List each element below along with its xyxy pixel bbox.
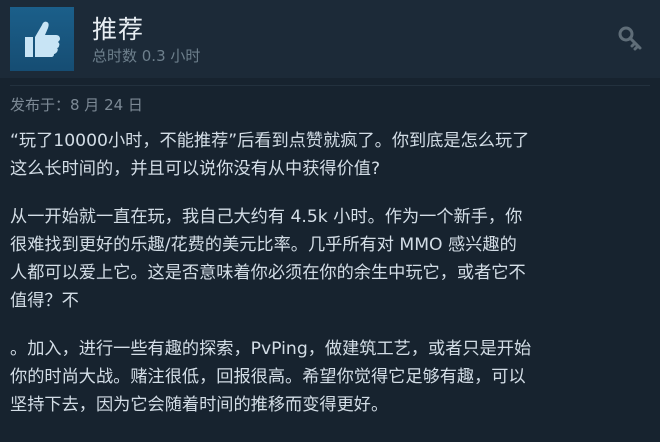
- review-line: 值得？不: [10, 291, 79, 311]
- review-line: 坚持下去，因为它会随着时间的推移而变得更好。: [10, 395, 389, 415]
- review-line: “玩了10000小时，不能推荐”后看到点赞就疯了。你到底是怎么玩了: [10, 131, 530, 151]
- review-line: 。加入，进行一些有趣的探索，PvPing，做建筑工艺，或者只是开始: [10, 339, 532, 359]
- review-line: 人都可以爱上它。这是否意味着你必须在你的余生中玩它，或者它不: [10, 263, 526, 283]
- review-line: 你的时尚大战。赌注很低，回报很高。希望你觉得它足够有趣，可以: [10, 367, 526, 387]
- thumbs-up-icon: [25, 21, 60, 57]
- divider: [10, 85, 650, 86]
- review-line: 很难找到更好的乐趣/花费的美元比率。几乎所有对 MMO 感兴趣的: [10, 235, 517, 255]
- review-body: “玩了10000小时，不能推荐”后看到点赞就疯了。你到底是怎么玩了 这么长时间的…: [10, 127, 656, 419]
- review-line: 从一开始就一直在玩，我自己大约有 4.5k 小时。作为一个新手，你: [10, 207, 523, 227]
- posted-date: 发布于：8 月 24 日: [10, 96, 143, 114]
- key-icon: [618, 26, 642, 51]
- review-verdict[interactable]: 推荐: [92, 10, 144, 46]
- playtime-hours: 总时数 0.3 小时: [92, 47, 201, 65]
- review-line: 这么长时间的，并且可以说你没有从中获得价值?: [10, 159, 381, 179]
- review-header: 推荐 总时数 0.3 小时: [0, 0, 660, 78]
- recommended-badge: [10, 7, 74, 71]
